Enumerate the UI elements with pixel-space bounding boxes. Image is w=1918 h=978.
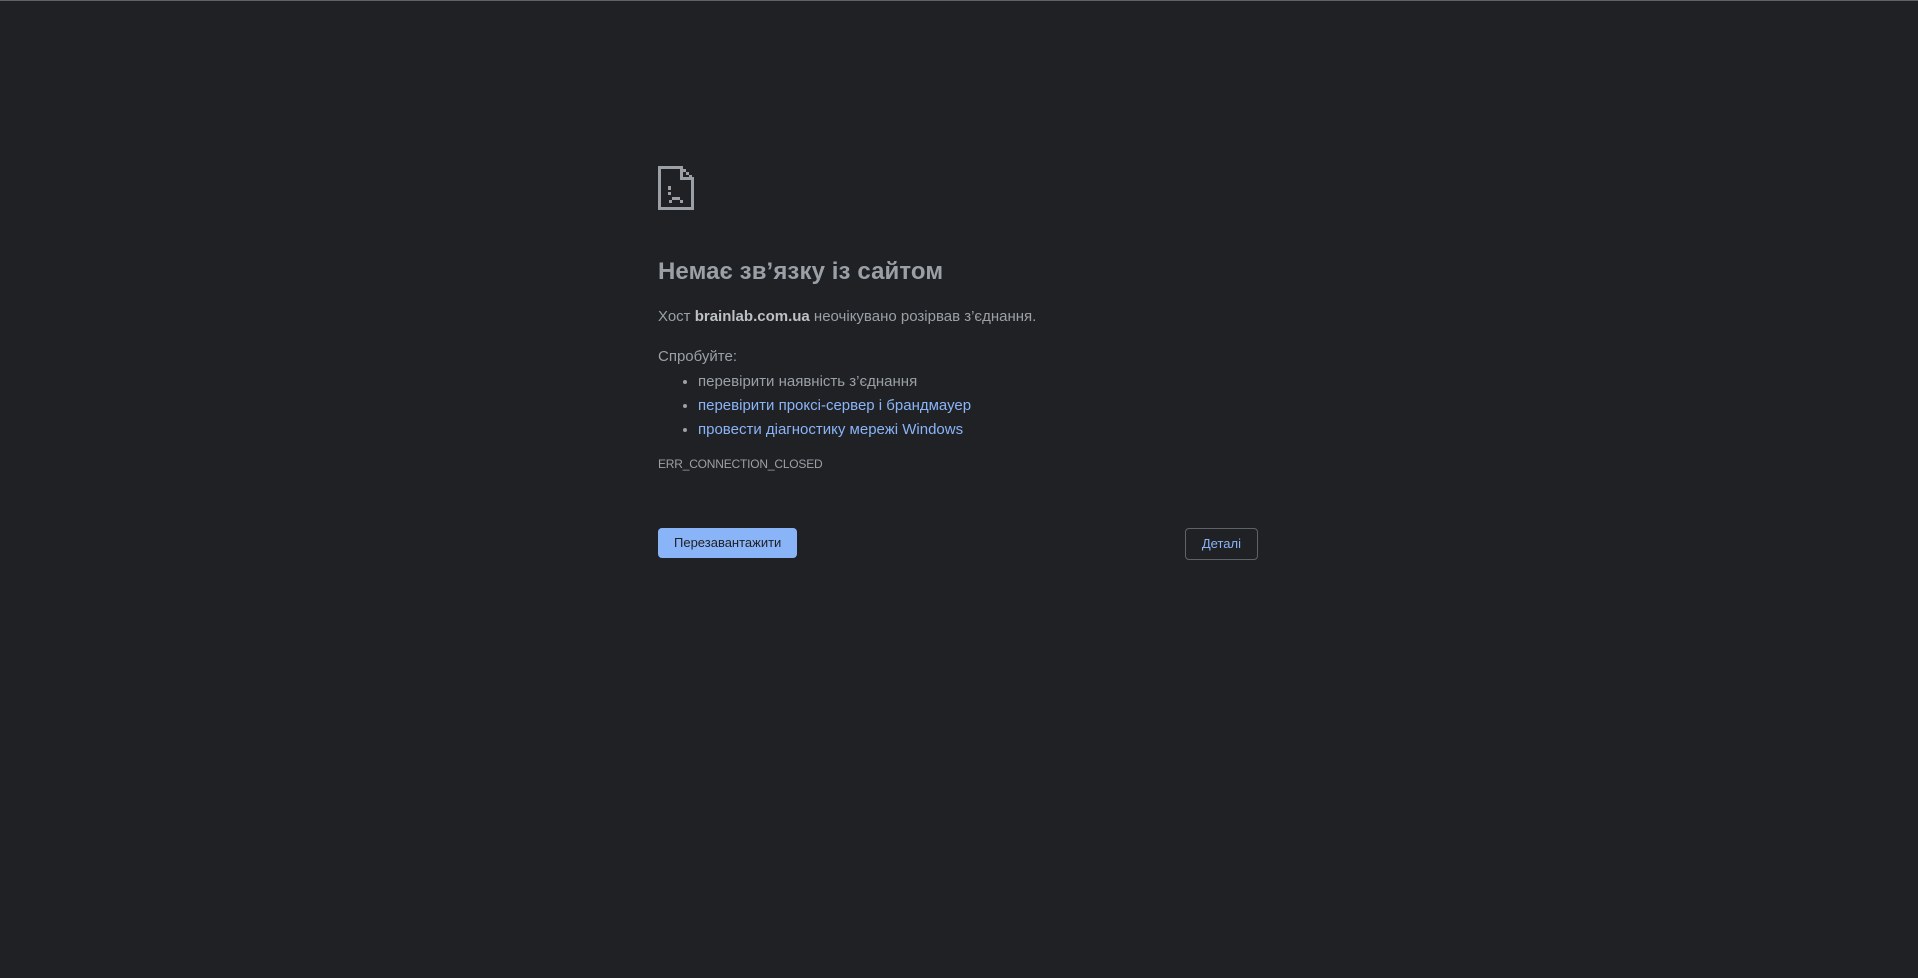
suggestion-run-diagnostics: провести діагностику мережі Windows bbox=[698, 418, 1258, 442]
check-proxy-link[interactable]: перевірити проксі-сервер і брандмауер bbox=[698, 397, 971, 414]
button-row: Перезавантажити Деталі bbox=[658, 528, 1258, 562]
details-button[interactable]: Деталі bbox=[1184, 528, 1258, 560]
suggestions-list: перевірити наявність з’єднання перевірит… bbox=[658, 370, 1258, 442]
host-name: brainlab.com.ua bbox=[694, 308, 810, 325]
error-code: ERR_CONNECTION_CLOSED bbox=[658, 457, 823, 471]
suggestion-check-connection: перевірити наявність з’єднання bbox=[698, 370, 1258, 394]
suggestion-text: перевірити наявність з’єднання bbox=[698, 373, 918, 390]
reload-button[interactable]: Перезавантажити bbox=[658, 528, 798, 558]
message-prefix: Хост bbox=[658, 308, 695, 325]
page-title: Немає зв’язку із сайтом bbox=[658, 258, 944, 285]
message-suffix: неочікувано розірвав з’єднання. bbox=[809, 308, 1037, 325]
network-diagnostics-link[interactable]: провести діагностику мережі Windows bbox=[698, 421, 963, 438]
error-container: Немає зв’язку із сайтом Хост brainlab.co… bbox=[658, 166, 1258, 562]
suggestion-check-proxy: перевірити проксі-сервер і брандмауер bbox=[698, 394, 1258, 418]
try-label: Спробуйте: bbox=[658, 348, 737, 365]
top-border bbox=[0, 0, 1918, 1]
error-message: Хост brainlab.com.ua неочікувано розірва… bbox=[658, 306, 1258, 328]
sad-page-icon bbox=[658, 166, 694, 210]
